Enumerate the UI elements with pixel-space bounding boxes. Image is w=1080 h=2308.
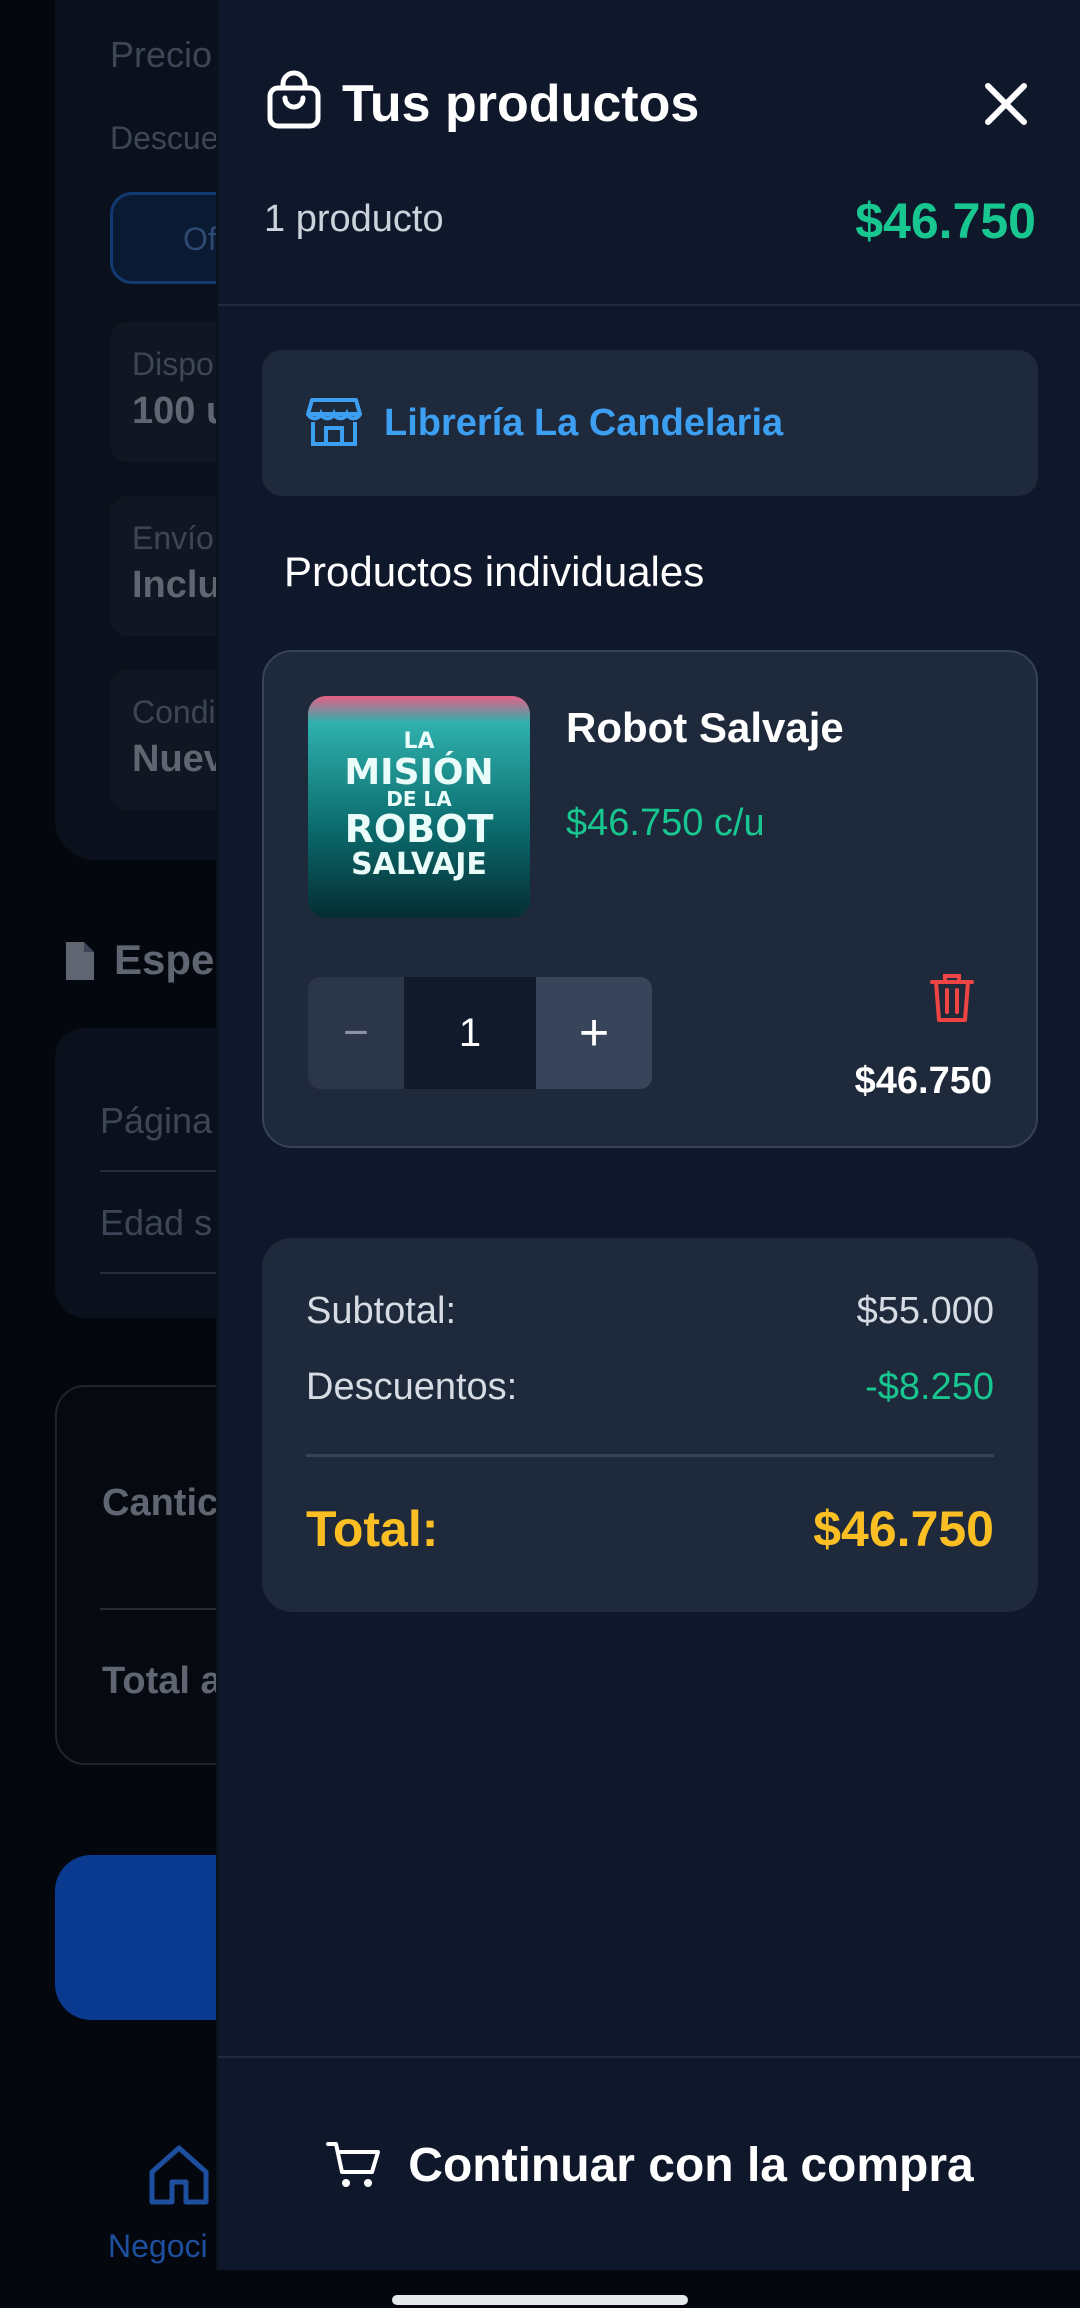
bg-descuento-label: Descue [110,120,219,156]
total-value: $46.750 [813,1501,994,1557]
cart-icon [326,2142,381,2187]
quantity-stepper: − 1 + [308,977,652,1089]
bg-paginas-label: Página [100,1100,213,1141]
cover-line: LA [403,729,434,754]
drawer-title: Tus productos [342,75,700,133]
bg-envio-label: Envío [132,520,214,556]
section-label: Productos individuales [284,548,705,595]
quantity-value[interactable]: 1 [404,977,536,1089]
trash-icon[interactable] [930,972,974,1024]
summary-divider [306,1454,994,1457]
bg-condicion-label: Condi [132,694,216,730]
subtotal-label: Subtotal: [306,1290,456,1332]
bg-precio-label: Precio [110,34,213,75]
cover-line: ROBOT [345,807,494,851]
document-icon [66,942,94,980]
continue-label[interactable]: Continuar con la compra [408,2138,973,2193]
book-cover-image: LA MISIÓN DE LA ROBOT SALVAJE [308,696,530,918]
shopping-bag-icon [267,70,321,129]
bg-total-label: Total a [102,1660,222,1702]
cover-line: SALVAJE [351,847,487,882]
book-cover: LA MISIÓN DE LA ROBOT SALVAJE [308,696,530,918]
discount-value: -$8.250 [865,1366,994,1408]
continue-button[interactable]: Continuar con la compra [218,2058,1080,2272]
total-label: Total: [306,1501,439,1557]
bg-disponible-value: 100 u [132,390,230,432]
store-box[interactable]: Librería La Candelaria [262,350,1038,496]
bg-edad-label: Edad s [100,1202,213,1243]
bg-disponible-label: Dispo [132,346,214,382]
product-name: Robot Salvaje [566,704,844,751]
home-icon[interactable] [146,2142,212,2208]
increase-button[interactable]: + [536,977,652,1089]
store-icon [306,398,362,446]
bg-condicion-value: Nuev [132,738,225,780]
home-indicator[interactable] [392,2295,688,2305]
discount-label: Descuentos: [306,1366,518,1408]
close-icon[interactable] [978,76,1034,132]
order-summary: Subtotal: $55.000 Descuentos: -$8.250 To… [262,1238,1038,1612]
drawer-header: Tus productos 1 producto $46.750 [218,0,1080,306]
cart-drawer: Tus productos 1 producto $46.750 Librerí… [216,0,1080,2270]
bg-cantidad-label: Cantic [102,1482,219,1524]
bg-envio-value: Inclu [132,564,221,606]
decrease-button[interactable]: − [308,977,404,1089]
unit-price: $46.750 c/u [566,802,765,844]
line-total: $46.750 [854,1060,992,1102]
product-count: 1 producto [264,198,444,240]
bg-offer-label: Of [183,221,217,257]
header-total: $46.750 [855,193,1036,249]
drawer-footer: Continuar con la compra [218,2056,1080,2270]
store-name[interactable]: Librería La Candelaria [384,402,783,445]
subtotal-value: $55.000 [856,1290,994,1332]
product-card: LA MISIÓN DE LA ROBOT SALVAJE Robot Salv… [262,650,1038,1148]
bg-nav-home-label[interactable]: Negoci [108,2228,208,2265]
